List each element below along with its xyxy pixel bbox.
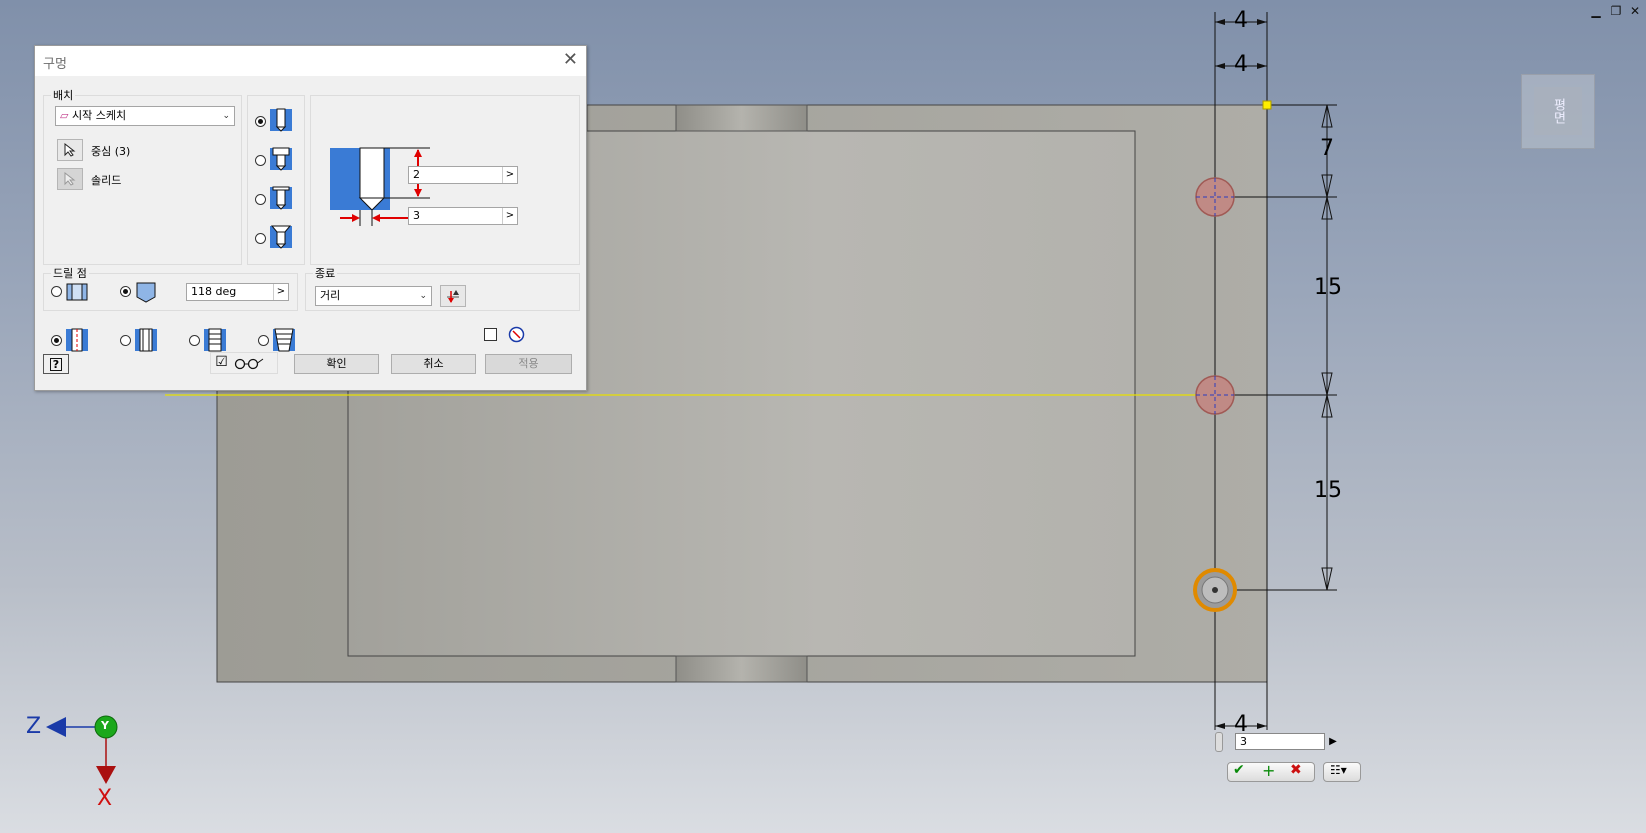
gauge-icon[interactable] [508, 326, 525, 343]
sketch-icon: ▱ [60, 109, 69, 122]
chevron-down-icon: ⌄ [222, 111, 230, 121]
spotface-hole-icon [270, 186, 292, 210]
drill-angle-value: 118 deg [191, 285, 237, 298]
hole-preview-1[interactable] [1195, 177, 1235, 217]
drill-point-flat-radio[interactable] [51, 286, 62, 297]
add-icon[interactable]: + [1262, 761, 1275, 780]
dialog-titlebar[interactable]: 구멍 ✕ [35, 46, 586, 76]
help-button[interactable]: ? [43, 354, 69, 374]
diameter-expand-arrow[interactable]: > [502, 208, 517, 224]
cursor-arrow-icon [64, 172, 76, 186]
flip-direction-button[interactable] [440, 285, 466, 307]
cancel-button[interactable]: 취소 [391, 354, 476, 374]
diameter-value: 3 [413, 209, 420, 222]
drill-angle-input[interactable]: 118 deg > [186, 283, 289, 301]
depth-value: 2 [413, 168, 420, 181]
triad-x-label: X [97, 786, 113, 811]
restore-button[interactable]: ❐ [1609, 4, 1623, 18]
tapped-hole-icon [204, 328, 226, 352]
triad-z-arrow [46, 717, 66, 737]
ok-button[interactable]: 확인 [294, 354, 379, 374]
hole-preview-2[interactable] [1195, 375, 1235, 415]
diameter-input[interactable]: 3 > [408, 207, 518, 225]
dimension-right-2[interactable]: 15 [1314, 275, 1342, 300]
hole-type-simple-radio[interactable] [255, 116, 266, 127]
flat-drill-icon [66, 283, 88, 301]
hole-dialog: 구멍 ✕ 배치 ▱ 시작 스케치 ⌄ 중심 (3) 솔리드 2 > 3 > 드릴… [34, 45, 587, 391]
triad-y-label: Y [101, 719, 109, 732]
dimension-right-3[interactable]: 15 [1314, 478, 1342, 503]
flip-direction-icon [447, 290, 459, 303]
preview-checkbox[interactable]: ☑ [215, 355, 228, 369]
depth-expand-arrow[interactable]: > [502, 167, 517, 183]
dialog-close-button[interactable]: ✕ [563, 50, 578, 70]
hole-taper-tapped-radio[interactable] [258, 335, 269, 346]
dimension-right-1[interactable]: 7 [1320, 136, 1334, 161]
view-cube[interactable]: 평면 [1521, 74, 1595, 149]
centers-select-button[interactable] [57, 139, 83, 161]
option-checkbox[interactable] [484, 328, 497, 341]
dimension-top-2[interactable]: 4 [1234, 52, 1248, 77]
list-options-icon: ☷▾ [1330, 763, 1347, 777]
cursor-arrow-icon [64, 143, 76, 157]
taper-tapped-hole-icon [273, 328, 295, 352]
solid-select-button[interactable] [57, 168, 83, 190]
triad-z-label: Z [26, 714, 42, 739]
cancel-icon[interactable]: ✖ [1290, 762, 1302, 778]
glasses-icon [234, 358, 264, 370]
placement-label: 배치 [51, 87, 76, 103]
chevron-down-icon: ⌄ [419, 291, 427, 301]
part-bottom-tab[interactable] [675, 655, 808, 683]
drill-point-label: 드릴 점 [51, 265, 89, 281]
mini-toolbar-grip[interactable] [1215, 732, 1223, 752]
close-window-button[interactable]: ✕ [1628, 4, 1642, 18]
hole-type-counterbore-radio[interactable] [255, 155, 266, 166]
drilled-hole-icon [66, 328, 88, 352]
ok-icon[interactable]: ✔ [1233, 762, 1245, 778]
hole-type-spotface-radio[interactable] [255, 194, 266, 205]
simple-hole-icon [270, 108, 292, 132]
clearance-hole-icon [135, 328, 157, 352]
countersink-hole-icon [270, 225, 292, 249]
minimize-button[interactable]: ▁ [1589, 4, 1603, 18]
solid-label: 솔리드 [91, 174, 122, 187]
view-cube-face[interactable]: 평면 [1534, 87, 1582, 135]
counterbore-hole-icon [270, 147, 292, 171]
hole-tapped-radio[interactable] [189, 335, 200, 346]
dialog-title: 구멍 [43, 57, 67, 72]
termination-combo[interactable]: 거리 ⌄ [315, 286, 432, 306]
placement-combo[interactable]: ▱ 시작 스케치 ⌄ [55, 106, 235, 126]
distance-value-input[interactable]: 3 [1235, 733, 1325, 750]
depth-input[interactable]: 2 > [408, 166, 518, 184]
triad-x-arrow [96, 766, 116, 784]
hole-type-countersink-radio[interactable] [255, 233, 266, 244]
termination-label: 종료 [313, 265, 338, 281]
dimension-top-1[interactable]: 4 [1234, 8, 1248, 33]
drill-angle-expand-arrow[interactable]: > [273, 284, 288, 300]
termination-combo-value: 거리 [320, 289, 341, 302]
hole-drilled-radio[interactable] [51, 335, 62, 346]
help-icon: ? [49, 357, 63, 371]
angled-drill-icon [136, 282, 156, 303]
centers-label: 중심 (3) [91, 145, 131, 158]
apply-button[interactable]: 적용 [485, 354, 572, 374]
value-expand-arrow[interactable]: ▶ [1327, 733, 1339, 750]
drill-point-angle-radio[interactable] [120, 286, 131, 297]
part-top-tab[interactable] [675, 104, 808, 132]
hole-clearance-radio[interactable] [120, 335, 131, 346]
placement-combo-value: 시작 스케치 [71, 109, 127, 122]
